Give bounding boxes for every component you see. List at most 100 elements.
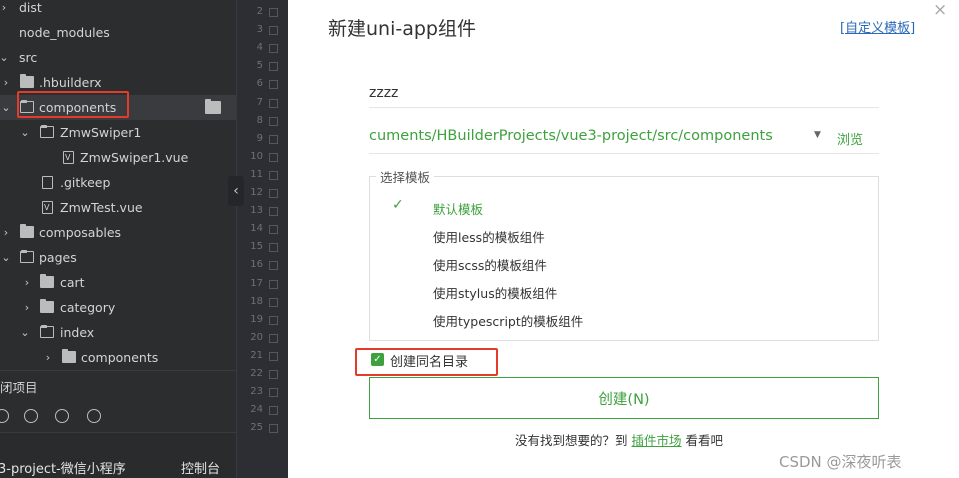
browse-button[interactable]: 浏览 <box>837 129 863 148</box>
fold-marker-icon[interactable] <box>269 297 278 307</box>
footer-suffix: 看看吧 <box>685 433 724 448</box>
chevron-right-icon[interactable]: › <box>21 295 33 320</box>
fold-marker-icon[interactable] <box>269 261 278 271</box>
fold-marker-icon[interactable] <box>269 152 278 162</box>
custom-template-link[interactable]: [自定义模板] <box>840 17 915 36</box>
template-option-less[interactable]: 使用less的模板组件 <box>433 227 545 246</box>
line-number: 20 <box>250 331 263 343</box>
gear-icon[interactable] <box>0 409 9 423</box>
line-number: 5 <box>256 60 263 72</box>
line-number: 16 <box>250 259 263 271</box>
fold-marker-icon[interactable] <box>269 333 278 343</box>
tree-item-dist[interactable]: › dist <box>0 0 236 20</box>
template-option-scss[interactable]: 使用scss的模板组件 <box>433 255 547 274</box>
tree-item-label: category <box>60 300 116 315</box>
new-folder-icon[interactable] <box>205 99 221 114</box>
fold-marker-icon[interactable] <box>269 80 278 90</box>
tree-item-label: ZmwSwiper1.vue <box>80 150 189 165</box>
tree-item-label: node_modules <box>19 25 110 40</box>
component-name-input[interactable] <box>369 78 879 108</box>
fold-marker-icon[interactable] <box>269 225 278 235</box>
line-number: 7 <box>256 96 263 108</box>
line-number: 19 <box>250 313 263 325</box>
fold-marker-icon[interactable] <box>269 406 278 416</box>
fold-marker-icon[interactable] <box>269 170 278 180</box>
fold-marker-icon[interactable] <box>269 207 278 217</box>
chevron-right-icon[interactable]: › <box>21 270 33 295</box>
tree-item-node-modules[interactable]: node_modules <box>0 20 236 45</box>
fold-marker-icon[interactable] <box>269 26 278 36</box>
fold-marker-icon[interactable] <box>269 98 278 108</box>
footer-note: 没有找到想要的？到 插件市场 看看吧 <box>515 430 723 449</box>
plugin-market-link[interactable]: 插件市场 <box>632 433 682 448</box>
fold-marker-icon[interactable] <box>269 370 278 379</box>
line-number: 14 <box>250 223 263 235</box>
template-option-default[interactable]: 默认模板 <box>433 199 483 218</box>
tree-item-label: src <box>19 50 38 65</box>
bug-icon[interactable] <box>24 409 38 423</box>
tree-item-zmwswiper1[interactable]: ⌄ ZmwSwiper1 <box>0 120 236 145</box>
tree-item-gitkeep[interactable]: .gitkeep <box>0 170 236 195</box>
refresh-icon[interactable] <box>55 409 69 423</box>
fold-marker-icon[interactable] <box>269 116 278 126</box>
tree-item-category[interactable]: › category <box>0 295 236 320</box>
chevron-down-icon[interactable]: ⌄ <box>0 245 12 270</box>
line-number: 6 <box>256 78 263 90</box>
chevron-down-icon[interactable]: ⌄ <box>19 120 31 145</box>
fold-marker-icon[interactable] <box>269 62 278 72</box>
folder-icon <box>40 274 54 288</box>
project-bar: 3-project-微信小程序 控制台 <box>0 432 236 478</box>
fold-marker-icon[interactable] <box>269 388 278 398</box>
chevron-right-icon[interactable]: › <box>0 220 12 245</box>
fold-marker-icon[interactable] <box>269 8 278 17</box>
folder-icon <box>62 349 76 363</box>
globe-icon[interactable] <box>87 409 101 423</box>
project-name[interactable]: 3-project-微信小程序 <box>0 458 126 477</box>
tree-item-pages[interactable]: ⌄ pages <box>0 245 236 270</box>
tree-item-composables[interactable]: › composables <box>0 220 236 245</box>
fold-marker-icon[interactable] <box>269 189 278 198</box>
fold-marker-icon[interactable] <box>269 134 278 144</box>
fold-marker-icon[interactable] <box>269 243 278 253</box>
chevron-down-icon[interactable]: ⌄ <box>0 45 10 70</box>
line-number: 9 <box>256 132 263 144</box>
chevron-right-icon[interactable]: › <box>42 345 54 370</box>
line-number: 3 <box>256 24 263 36</box>
line-number: 21 <box>250 349 263 361</box>
tree-item-cart[interactable]: › cart <box>0 270 236 295</box>
close-project-label[interactable]: 闭项目 <box>0 377 38 396</box>
tree-item-index-components[interactable]: › components <box>0 345 236 370</box>
line-number: 13 <box>250 205 263 217</box>
console-tab[interactable]: 控制台 <box>181 458 220 477</box>
tree-item-index[interactable]: ⌄ index <box>0 320 236 345</box>
tree-item-zmwswiper1-vue[interactable]: ZmwSwiper1.vue <box>0 145 236 170</box>
template-option-stylus[interactable]: 使用stylus的模板组件 <box>433 283 557 302</box>
close-icon[interactable]: × <box>933 0 947 20</box>
tree-item-src[interactable]: ⌄ src <box>0 45 236 70</box>
tree-item-zmwtest-vue[interactable]: ZmwTest.vue <box>0 195 236 220</box>
vue-file-icon <box>63 145 74 170</box>
fold-marker-icon[interactable] <box>269 279 278 289</box>
line-number: 4 <box>256 42 263 54</box>
fold-marker-icon[interactable] <box>269 351 278 361</box>
fold-marker-icon[interactable] <box>269 44 278 54</box>
same-dir-label[interactable]: 创建同名目录 <box>390 351 468 370</box>
dropdown-triangle-icon[interactable]: ▼ <box>814 130 821 140</box>
fold-marker-icon[interactable] <box>269 424 278 434</box>
fold-marker-icon[interactable] <box>269 315 278 325</box>
path-field[interactable]: cuments/HBuilderProjects/vue3-project/sr… <box>369 122 879 154</box>
chevron-down-icon[interactable]: ⌄ <box>19 320 31 345</box>
template-option-typescript[interactable]: 使用typescript的模板组件 <box>433 311 583 330</box>
footer-prefix: 没有找到想要的？到 <box>515 433 628 448</box>
line-number: 8 <box>256 114 263 126</box>
collapse-sidebar-button[interactable]: ‹ <box>228 176 244 206</box>
same-dir-checkbox[interactable]: ✓ <box>371 353 384 366</box>
chevron-right-icon[interactable]: › <box>0 70 12 95</box>
tree-item-label: components <box>81 350 159 365</box>
chevron-down-icon[interactable]: ⌄ <box>0 95 12 120</box>
folder-icon <box>20 74 34 88</box>
create-button[interactable]: 创建(N) <box>369 377 879 419</box>
chevron-right-icon[interactable]: › <box>0 0 10 20</box>
file-icon <box>42 176 53 189</box>
path-value[interactable]: cuments/HBuilderProjects/vue3-project/sr… <box>369 128 799 144</box>
